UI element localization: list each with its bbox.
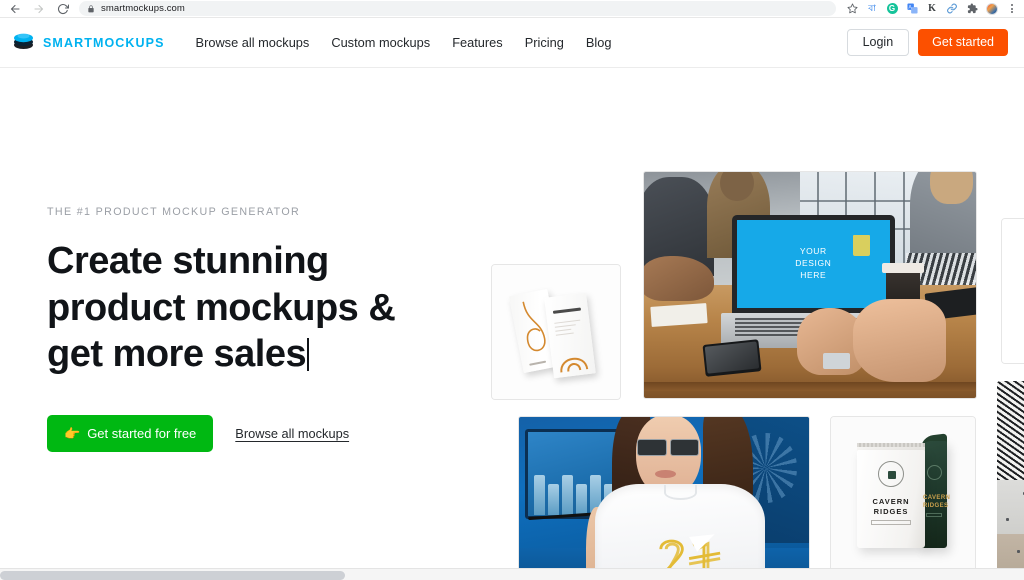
horizontal-scrollbar[interactable] xyxy=(0,568,1024,580)
brand-logo-link[interactable]: SMARTMOCKUPS xyxy=(12,31,165,55)
brand-name: SMARTMOCKUPS xyxy=(43,35,165,50)
tshirt-collar xyxy=(664,485,697,500)
bengali-input-glyph: বা xyxy=(868,3,876,13)
coffee-bag-scene: CAVERN RIDGES CAVERN RIDGES xyxy=(831,417,975,571)
main-navigation: Browse all mockups Custom mockups Featur… xyxy=(196,35,612,50)
hero-eyebrow: THE #1 PRODUCT MOCKUP GENERATOR xyxy=(47,206,301,218)
coffee-brand-stamp xyxy=(878,461,904,487)
typing-caret xyxy=(307,338,310,371)
coffee-gusset-stamp xyxy=(927,465,942,480)
business-card-details xyxy=(554,319,582,339)
address-bar[interactable]: smartmockups.com xyxy=(79,1,836,16)
coffee-gusset-line-2: RIDGES xyxy=(923,502,949,509)
yellow-mug xyxy=(853,235,870,256)
laptop-screen-design-placeholder: YOUR DESIGN HERE xyxy=(736,219,890,309)
coffee-brand-line-1: CAVERN xyxy=(872,497,910,506)
profile-avatar[interactable] xyxy=(982,0,1002,18)
lock-icon xyxy=(87,4,95,13)
bookmark-star-icon[interactable] xyxy=(842,0,862,18)
mockup-tile-tshirt[interactable]: TWENTY ONE xyxy=(518,416,810,580)
cta-primary-label: Get started for free xyxy=(87,425,197,441)
business-card-name xyxy=(552,307,582,314)
page-title: Create stunning product mockups & get mo… xyxy=(47,238,447,378)
laptop-lid: YOUR DESIGN HERE xyxy=(731,214,895,316)
coffee-brand-name: CAVERN RIDGES xyxy=(864,497,918,517)
coffee-gusset-line-1: CAVERN xyxy=(923,495,951,501)
screen-text-line-1: YOUR xyxy=(799,246,827,257)
coffee-gusset-subtitle xyxy=(926,513,942,517)
business-card-front xyxy=(544,292,596,379)
screen-text-line-3: HERE xyxy=(800,269,827,280)
coffee-gusset-brand: CAVERN RIDGES xyxy=(923,495,950,510)
screen-text-line-2: DESIGN xyxy=(795,258,832,269)
back-button[interactable] xyxy=(3,0,27,18)
smartmockups-layers-icon xyxy=(12,31,35,55)
login-button[interactable]: Login xyxy=(846,29,910,56)
bengali-input-extension-icon[interactable]: বা xyxy=(862,0,882,18)
mockup-tile-edge-bottom[interactable] xyxy=(997,381,1024,580)
mockup-tile-business-card[interactable] xyxy=(491,264,621,400)
kite-glyph: K xyxy=(928,3,936,14)
grammarly-glyph: G xyxy=(886,3,898,14)
nav-item-custom-mockups[interactable]: Custom mockups xyxy=(331,35,430,50)
hero-section: THE #1 PRODUCT MOCKUP GENERATOR Create s… xyxy=(0,68,1024,580)
horizontal-scrollbar-thumb[interactable] xyxy=(0,571,345,580)
coffee-bag-subtitle xyxy=(871,520,911,525)
hero-title-line-2: product mockups & xyxy=(47,286,396,329)
hero-copy: THE #1 PRODUCT MOCKUP GENERATOR Create s… xyxy=(47,206,447,452)
browse-all-mockups-link[interactable]: Browse all mockups xyxy=(235,426,349,441)
edge-top-content xyxy=(1002,219,1024,363)
hero-title-line-1: Create stunning xyxy=(47,240,329,282)
wall-fixture-3 xyxy=(1017,550,1020,554)
business-card-scene xyxy=(492,265,620,399)
google-translate-extension-icon[interactable]: A xyxy=(902,0,922,18)
forward-button[interactable] xyxy=(27,0,51,18)
extensions-puzzle-icon[interactable] xyxy=(962,0,982,18)
typing-hand-right xyxy=(853,298,947,383)
url-text: smartmockups.com xyxy=(101,3,185,14)
wall-fixture-2 xyxy=(1006,517,1009,521)
kite-extension-icon[interactable]: K xyxy=(922,0,942,18)
edge-bottom-wall-upper xyxy=(997,479,1024,535)
grammarly-extension-icon[interactable]: G xyxy=(882,0,902,18)
avatar xyxy=(986,2,998,15)
browser-nav-buttons xyxy=(0,0,75,18)
smartphone-on-desk xyxy=(702,338,762,376)
coffee-bag-seal xyxy=(857,443,925,447)
mockup-tile-laptop[interactable]: YOUR DESIGN HERE xyxy=(643,171,977,399)
get-started-for-free-button[interactable]: 👉 Get started for free xyxy=(47,414,214,452)
wristwatch xyxy=(823,352,850,369)
browser-chrome: smartmockups.com বা G A K xyxy=(0,0,1024,18)
sunglasses-icon xyxy=(636,439,700,456)
background-person-3-hair xyxy=(929,172,973,204)
coffee-brand-line-2: RIDGES xyxy=(873,507,909,516)
nav-item-browse-all-mockups[interactable]: Browse all mockups xyxy=(196,35,310,50)
three-dots-icon xyxy=(1011,4,1013,13)
hero-title-line-3: get more sales xyxy=(47,333,307,375)
reload-button[interactable] xyxy=(51,0,75,18)
get-started-button[interactable]: Get started xyxy=(918,29,1008,56)
browser-toolbar-icons: বা G A K xyxy=(842,0,1024,18)
nav-item-features[interactable]: Features xyxy=(452,35,503,50)
site-header: SMARTMOCKUPS Browse all mockups Custom m… xyxy=(0,18,1024,68)
header-actions: Login Get started xyxy=(846,29,1008,56)
tshirt-model: TWENTY ONE xyxy=(585,417,765,580)
mockup-tile-coffee-bag[interactable]: CAVERN RIDGES CAVERN RIDGES xyxy=(830,416,976,572)
mockup-tile-edge-top[interactable] xyxy=(1001,218,1024,364)
edge-bottom-striped-ceiling xyxy=(997,381,1024,480)
chrome-menu-button[interactable] xyxy=(1002,0,1022,18)
pointing-hand-icon: 👉 xyxy=(64,425,81,441)
hero-cta-group: 👉 Get started for free Browse all mockup… xyxy=(47,414,447,452)
nav-item-blog[interactable]: Blog xyxy=(586,35,612,50)
link-extension-icon[interactable] xyxy=(942,0,962,18)
nav-item-pricing[interactable]: Pricing xyxy=(525,35,564,50)
business-card-front-artwork xyxy=(560,357,589,373)
